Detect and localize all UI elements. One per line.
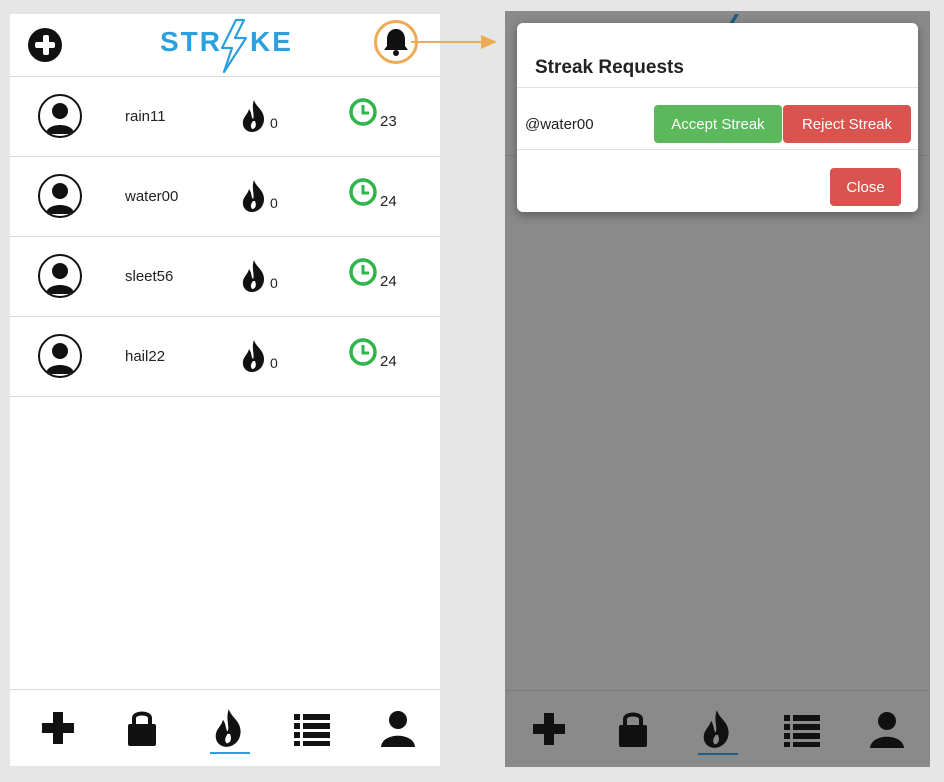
top-bar: STR KE	[10, 14, 440, 77]
request-username: @water00	[525, 116, 594, 133]
user-icon	[38, 334, 82, 378]
fire-icon	[242, 260, 264, 292]
fire-icon	[242, 340, 264, 372]
user-icon[interactable]	[867, 709, 907, 749]
lock-icon[interactable]	[613, 709, 653, 749]
fire-icon[interactable]	[210, 708, 250, 748]
user-icon	[38, 254, 82, 298]
plus-icon[interactable]	[38, 708, 78, 748]
plus-icon[interactable]	[529, 709, 569, 749]
lightning-icon	[220, 18, 248, 74]
app-logo: STR KE	[160, 18, 300, 74]
streak-count: 0	[270, 115, 278, 131]
friend-list: rain11 0 23 water00 0 24 sleet56 0 24 ha…	[10, 77, 440, 397]
fire-icon	[242, 180, 264, 212]
arrow-icon	[411, 35, 497, 49]
accept-streak-button[interactable]: Accept Streak	[654, 105, 782, 143]
clock-icon	[349, 258, 377, 286]
user-icon[interactable]	[378, 708, 418, 748]
list-icon[interactable]	[292, 708, 332, 748]
lock-icon[interactable]	[122, 708, 162, 748]
clock-icon	[349, 338, 377, 366]
logo-text-left: STR	[160, 26, 222, 57]
hours-left: 24	[380, 353, 397, 370]
fire-icon	[242, 100, 264, 132]
bottom-nav	[10, 689, 440, 766]
friend-row[interactable]: hail22 0 24	[10, 317, 440, 397]
close-button[interactable]: Close	[830, 168, 901, 206]
friend-username: water00	[125, 188, 179, 205]
active-tab-indicator	[210, 752, 250, 754]
hours-left: 24	[380, 273, 397, 290]
clock-icon	[349, 98, 377, 126]
friend-row[interactable]: water00 0 24	[10, 157, 440, 237]
streak-count: 0	[270, 355, 278, 371]
divider	[517, 149, 918, 150]
requests-screen: Streak Requests @water00 Accept Streak R…	[505, 11, 930, 767]
friend-username: rain11	[125, 108, 166, 125]
hours-left: 24	[380, 193, 397, 210]
add-friend-icon[interactable]	[28, 28, 62, 62]
friend-username: hail22	[125, 348, 166, 365]
bell-icon	[384, 29, 408, 56]
divider	[517, 87, 918, 88]
friend-row[interactable]: rain11 0 23	[10, 77, 440, 157]
friends-screen: STR KE rain11 0 23 water00 0 24 sleet56 …	[10, 14, 440, 766]
friend-row[interactable]: sleet56 0 24	[10, 237, 440, 317]
list-icon[interactable]	[782, 709, 822, 749]
streak-count: 0	[270, 275, 278, 291]
user-icon	[38, 94, 82, 138]
bottom-nav	[505, 690, 930, 767]
streak-requests-modal: Streak Requests @water00 Accept Streak R…	[517, 23, 918, 212]
reject-streak-button[interactable]: Reject Streak	[783, 105, 911, 143]
clock-icon	[349, 178, 377, 206]
logo-text-right: KE	[250, 26, 293, 57]
modal-title: Streak Requests	[535, 57, 684, 78]
active-tab-indicator	[698, 753, 738, 755]
streak-count: 0	[270, 195, 278, 211]
friend-username: sleet56	[125, 268, 174, 285]
user-icon	[38, 174, 82, 218]
hours-left: 23	[380, 113, 397, 130]
fire-icon[interactable]	[698, 709, 738, 749]
